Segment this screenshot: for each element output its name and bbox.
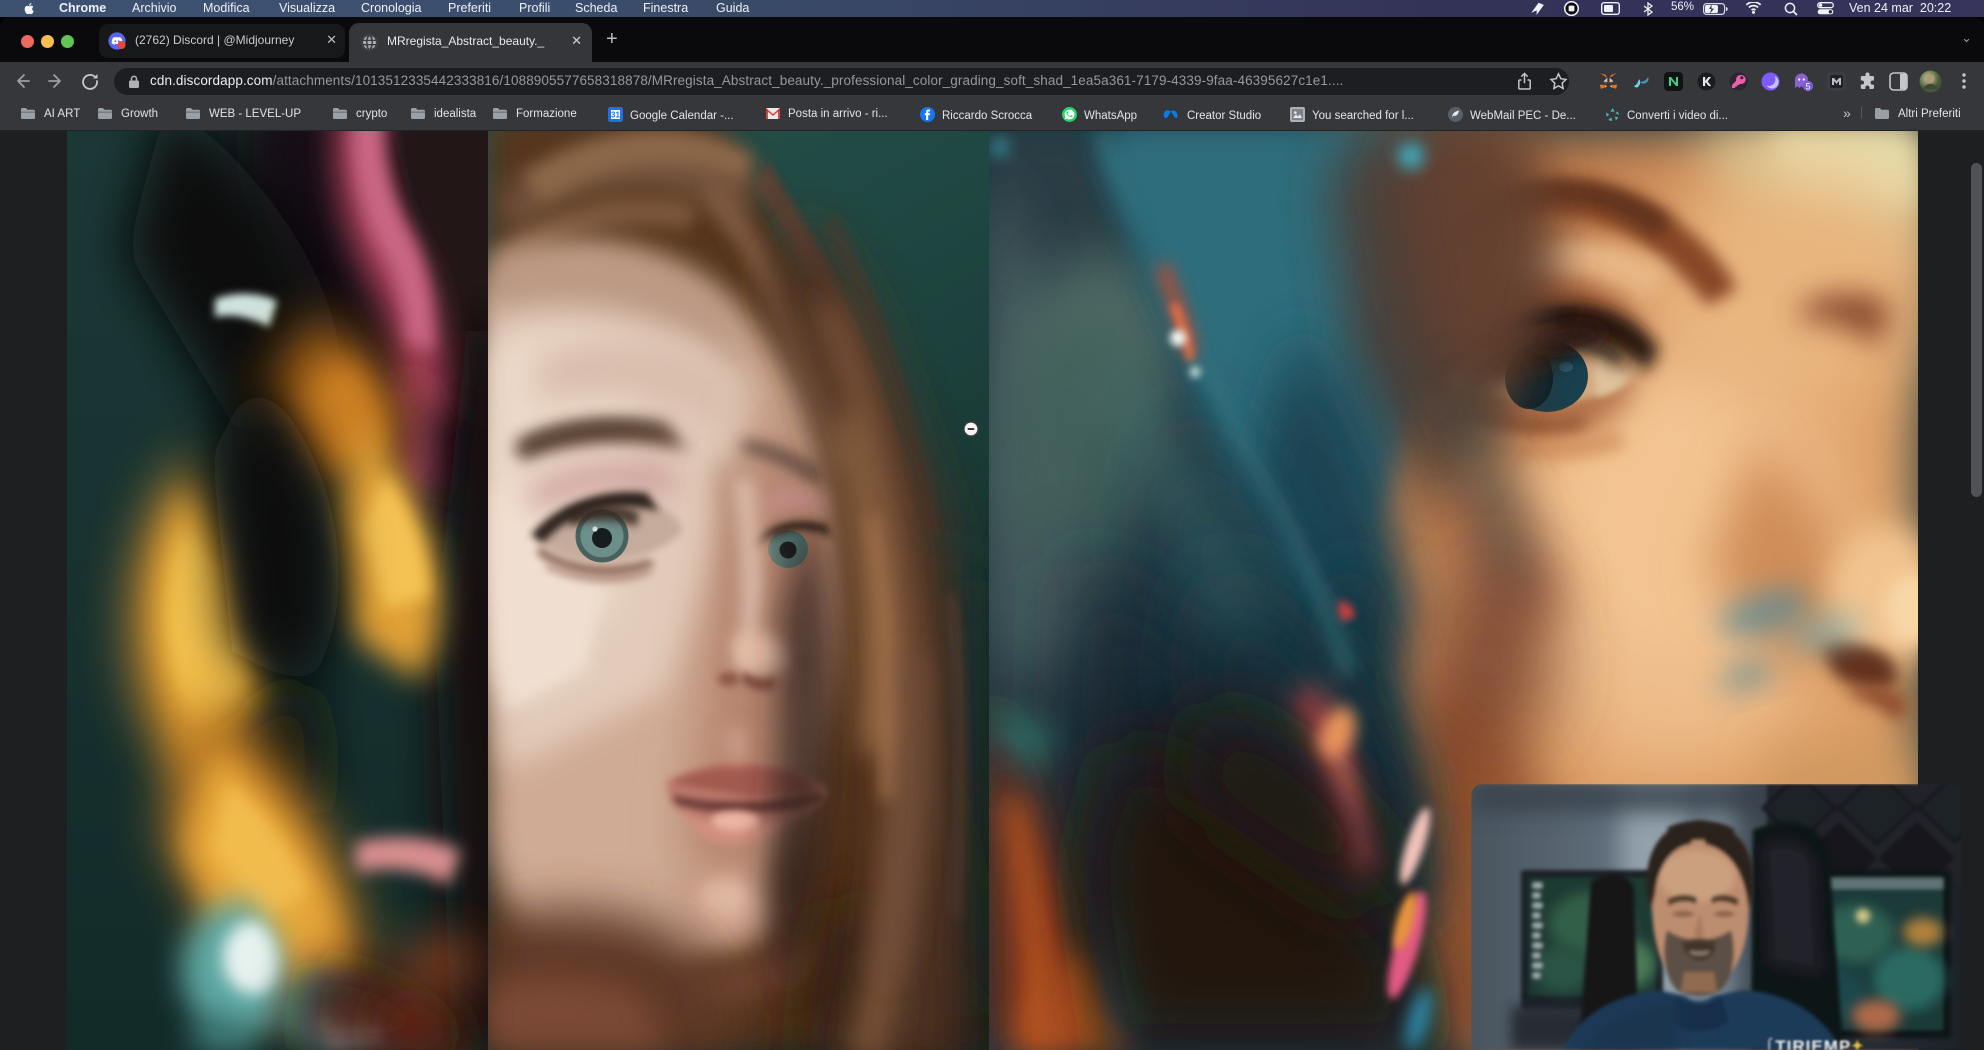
svg-text:✦: ✦ xyxy=(1851,1038,1864,1050)
svg-text:31: 31 xyxy=(611,111,620,120)
svg-text:5: 5 xyxy=(1805,82,1810,92)
svg-text:⌠TIRIEMP: ⌠TIRIEMP xyxy=(1764,1037,1851,1050)
